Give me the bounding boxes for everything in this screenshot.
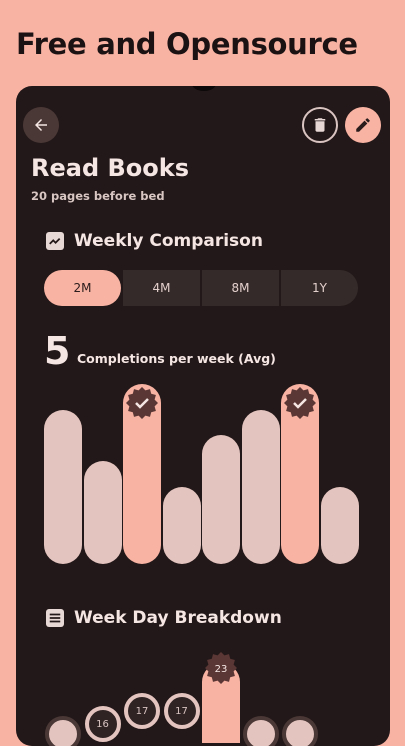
weekly-bar bbox=[320, 487, 359, 564]
promo-title: Free and Opensource bbox=[16, 27, 358, 61]
weekday-bubble bbox=[242, 716, 279, 746]
weekday-bubble: 17 bbox=[124, 693, 160, 729]
completed-badge-icon bbox=[284, 387, 316, 419]
weekday-bubble: 16 bbox=[84, 706, 121, 742]
weekly-bar bbox=[44, 410, 82, 564]
weekday-bubble: 17 bbox=[163, 693, 200, 729]
phone-screen: Read Books 20 pages before bed Weekly Co… bbox=[16, 86, 390, 746]
weekday-bubble bbox=[282, 716, 318, 746]
completed-badge-icon bbox=[126, 387, 158, 419]
weekday-bubble bbox=[45, 716, 81, 746]
calendar-icon bbox=[46, 609, 64, 627]
weekday-value: 23 bbox=[215, 664, 228, 675]
weekly-bar-chart bbox=[44, 86, 364, 566]
max-day-badge-icon: 23 bbox=[205, 652, 237, 684]
weekly-bar bbox=[162, 487, 201, 564]
weekday-breakdown-title: Week Day Breakdown bbox=[74, 608, 282, 628]
weekday-breakdown-heading: Week Day Breakdown bbox=[46, 608, 282, 628]
weekly-bar bbox=[83, 461, 122, 564]
weekly-bar bbox=[241, 410, 280, 564]
weekly-bar bbox=[202, 435, 240, 564]
